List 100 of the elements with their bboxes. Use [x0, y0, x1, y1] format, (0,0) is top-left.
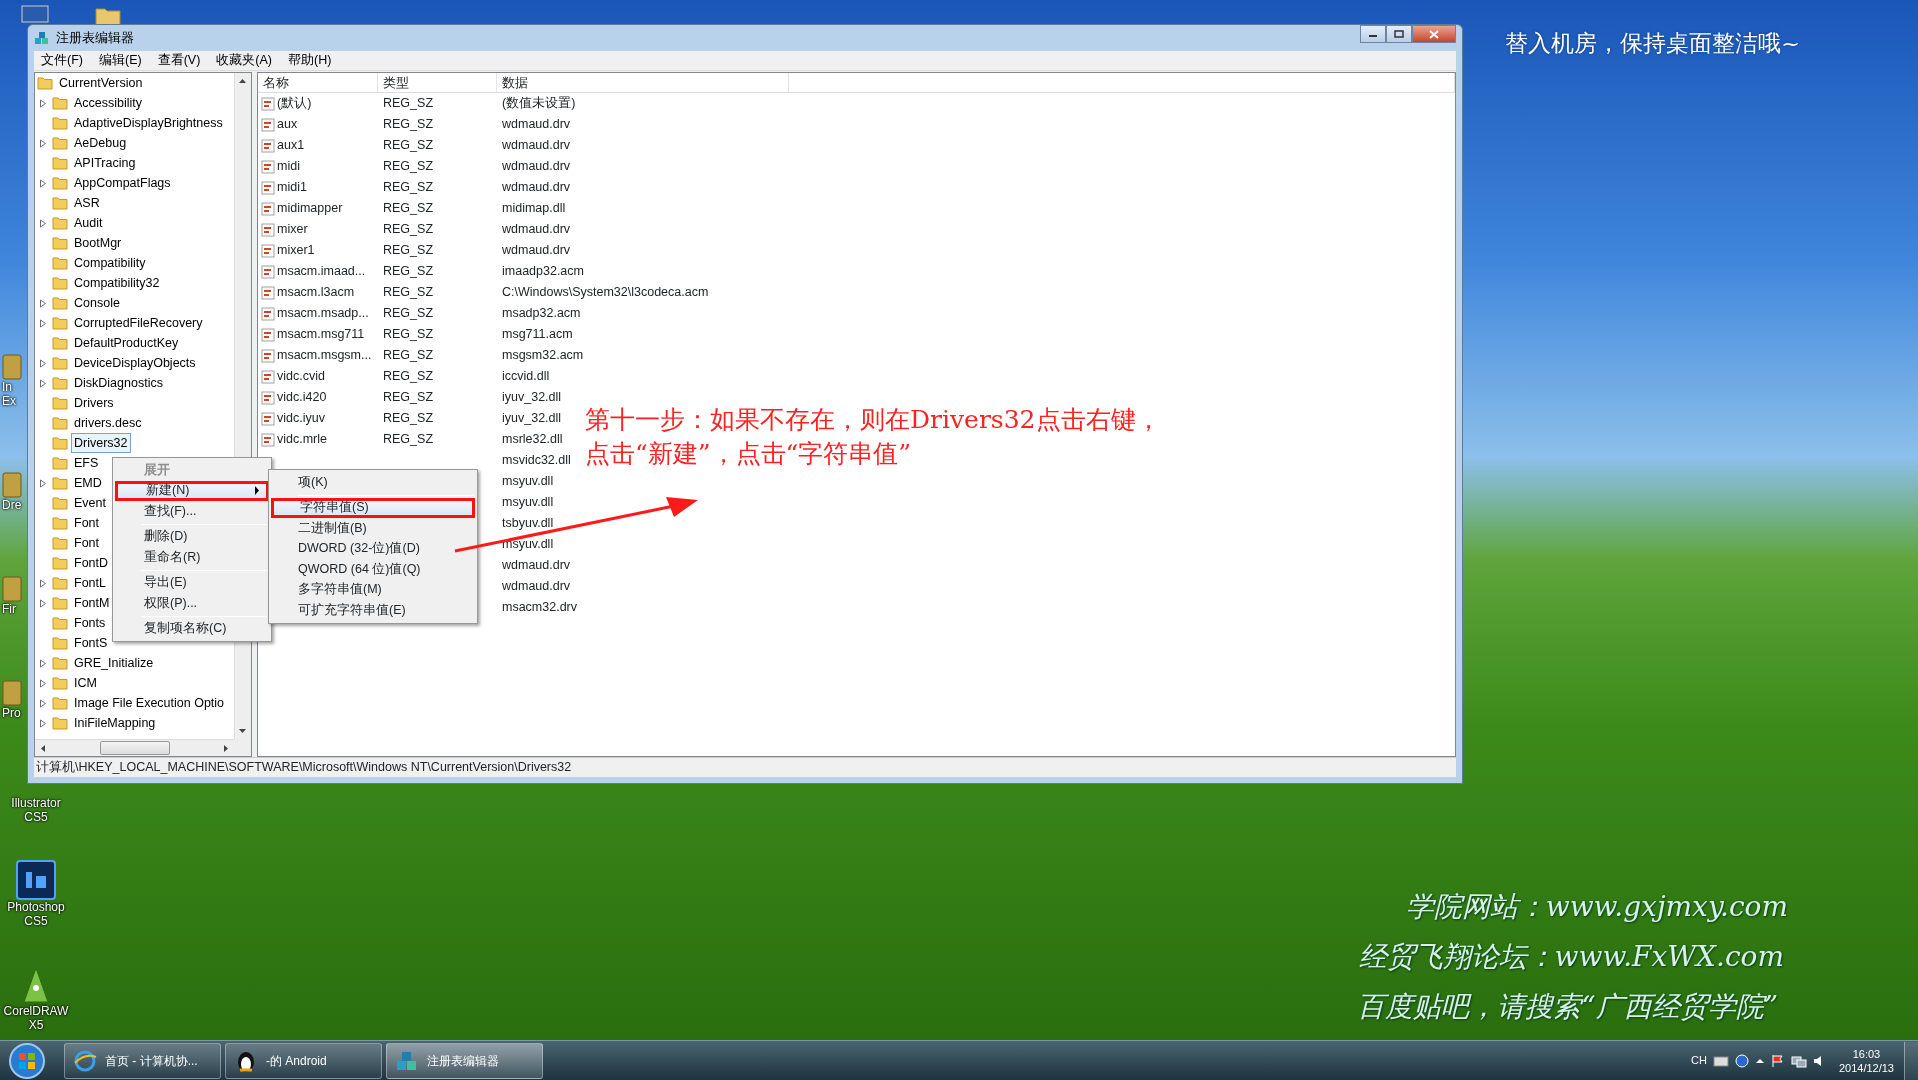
- table-cell: C:\Windows\System32\l3codeca.acm: [502, 285, 709, 300]
- table-cell[interactable]: vidc.cvid: [277, 367, 325, 386]
- menu-item[interactable]: 多字符串值(M): [271, 579, 475, 600]
- icon-label[interactable]: Illustrator CS5: [0, 796, 72, 824]
- tree-item[interactable]: APITracing: [71, 152, 139, 174]
- table-cell: REG_SZ: [383, 348, 433, 363]
- menu-item[interactable]: 权限(P)...: [115, 593, 269, 614]
- table-cell[interactable]: mixer1: [277, 241, 315, 260]
- table-cell: msvidc32.dll: [502, 453, 571, 468]
- tree-item[interactable]: Console: [71, 292, 123, 314]
- clock-date[interactable]: 2014/12/13: [1838, 1060, 1894, 1075]
- tree-item[interactable]: Compatibility: [71, 252, 149, 274]
- menu-item[interactable]: 文件(F): [34, 51, 90, 70]
- taskbar-button[interactable]: -的 Android: [225, 1042, 382, 1079]
- tree-item[interactable]: FontL: [71, 572, 109, 594]
- column-header[interactable]: 类型: [378, 73, 497, 92]
- table-cell[interactable]: msacm.msg711: [277, 325, 365, 344]
- table-cell[interactable]: aux1: [277, 136, 305, 155]
- annotation-text: 第十一步：如果不存在，则在Drivers32点击右键，: [585, 404, 1161, 436]
- table-cell: REG_SZ: [383, 222, 433, 237]
- icon-label[interactable]: Photoshop CS5: [0, 900, 72, 928]
- tree-item[interactable]: IniFileMapping: [71, 712, 159, 734]
- menu-item[interactable]: 项(K): [271, 472, 475, 493]
- taskbar-button[interactable]: 注册表编辑器: [386, 1042, 543, 1079]
- annotation-text: 点击“新建”，点击“字符串值”: [585, 438, 913, 470]
- tree-item[interactable]: Image File Execution Optio: [71, 692, 228, 714]
- menu-item[interactable]: 可扩充字符串值(E): [271, 600, 475, 621]
- tree-item[interactable]: DefaultProductKey: [71, 332, 182, 354]
- tree-item[interactable]: ASR: [71, 192, 103, 214]
- menu-item[interactable]: 编辑(E): [91, 51, 149, 70]
- menu-item[interactable]: 查看(V): [150, 51, 208, 70]
- column-header[interactable]: 数据: [497, 73, 789, 92]
- table-cell[interactable]: msacm.msgsm...: [277, 346, 372, 365]
- tree-item[interactable]: DeviceDisplayObjects: [71, 352, 199, 374]
- taskbar-button[interactable]: 首页 - 计算机协...: [64, 1042, 221, 1079]
- window-title: 注册表编辑器: [56, 29, 134, 48]
- table-cell: REG_SZ: [383, 432, 433, 447]
- tree-item[interactable]: Fonts: [71, 612, 109, 634]
- tree-item[interactable]: AppCompatFlags: [71, 172, 174, 194]
- tree-item[interactable]: GRE_Initialize: [71, 652, 157, 674]
- table-cell: msacm32.drv: [502, 600, 578, 615]
- menu-item[interactable]: 查找(F)...: [115, 501, 269, 522]
- table-cell[interactable]: aux: [277, 115, 298, 134]
- menu-item[interactable]: DWORD (32-位)值(D): [271, 538, 475, 559]
- table-cell: REG_SZ: [383, 327, 433, 342]
- tree-item[interactable]: Drivers32: [71, 432, 131, 454]
- menu-item[interactable]: QWORD (64 位)值(Q): [271, 559, 475, 580]
- tree-item[interactable]: drivers.desc: [71, 412, 145, 434]
- clock-time[interactable]: 16:03: [1852, 1046, 1881, 1061]
- icon-label[interactable]: Pro: [2, 706, 24, 720]
- table-cell[interactable]: (默认): [277, 94, 312, 113]
- wallpaper-text: 百度贴吧，请搜索“广西经贸学院”: [1357, 989, 1778, 1025]
- tree-item[interactable]: EMD: [71, 472, 105, 494]
- tree-item[interactable]: FontM: [71, 592, 113, 614]
- menu-item[interactable]: 新建(N): [115, 480, 269, 501]
- menu-item[interactable]: 导出(E): [115, 572, 269, 593]
- tree-item[interactable]: Font: [71, 512, 102, 534]
- table-cell: msrle32.dll: [502, 432, 563, 447]
- tree-item[interactable]: Event: [71, 492, 109, 514]
- tree-item[interactable]: AdaptiveDisplayBrightness: [71, 112, 226, 134]
- table-cell[interactable]: vidc.mrle: [277, 430, 327, 449]
- language-indicator[interactable]: CH: [1691, 1052, 1707, 1069]
- tree-item[interactable]: ICM: [71, 672, 100, 694]
- table-cell[interactable]: midi1: [277, 178, 307, 197]
- tree-item[interactable]: FontD: [71, 552, 112, 574]
- menu-item[interactable]: 帮助(H): [281, 51, 339, 70]
- table-cell: msyuv.dll: [502, 474, 554, 489]
- table-cell: REG_SZ: [383, 138, 433, 153]
- table-cell[interactable]: msacm.l3acm: [277, 283, 355, 302]
- tree-item[interactable]: CorruptedFileRecovery: [71, 312, 206, 334]
- tree-item[interactable]: AeDebug: [71, 132, 130, 154]
- menu-item[interactable]: 二进制值(B): [271, 518, 475, 539]
- tree-item[interactable]: CurrentVersion: [56, 73, 146, 94]
- tree-item[interactable]: Accessibility: [71, 92, 146, 114]
- tree-item[interactable]: DiskDiagnostics: [71, 372, 166, 394]
- tree-item[interactable]: EFS: [71, 452, 102, 474]
- table-cell: tsbyuv.dll: [502, 516, 554, 531]
- table-cell: msadp32.acm: [502, 306, 581, 321]
- table-cell[interactable]: mixer: [277, 220, 308, 239]
- table-cell[interactable]: msacm.imaad...: [277, 262, 366, 281]
- tree-item[interactable]: Font: [71, 532, 102, 554]
- menu-item[interactable]: 复制项名称(C): [115, 618, 269, 639]
- table-cell: REG_SZ: [383, 243, 433, 258]
- icon-label[interactable]: CorelDRAW X5: [0, 1004, 72, 1032]
- table-cell[interactable]: msacm.msadp...: [277, 304, 369, 323]
- menu-item[interactable]: 字符串值(S): [271, 497, 475, 518]
- menu-item[interactable]: 删除(D): [115, 526, 269, 547]
- column-header[interactable]: 名称: [258, 73, 378, 92]
- table-cell[interactable]: midi: [277, 157, 300, 176]
- table-cell[interactable]: vidc.iyuv: [277, 409, 325, 428]
- tree-item[interactable]: BootMgr: [71, 232, 125, 254]
- tree-item[interactable]: Audit: [71, 212, 106, 234]
- menu-item[interactable]: 收藏夹(A): [209, 51, 279, 70]
- menu-item[interactable]: 重命名(R): [115, 547, 269, 568]
- tree-item[interactable]: Compatibility32: [71, 272, 163, 294]
- table-cell[interactable]: midimapper: [277, 199, 343, 218]
- table-cell: REG_SZ: [383, 159, 433, 174]
- table-cell[interactable]: vidc.i420: [277, 388, 327, 407]
- tree-item[interactable]: Drivers: [71, 392, 117, 414]
- tree-item[interactable]: FontS: [71, 632, 111, 654]
